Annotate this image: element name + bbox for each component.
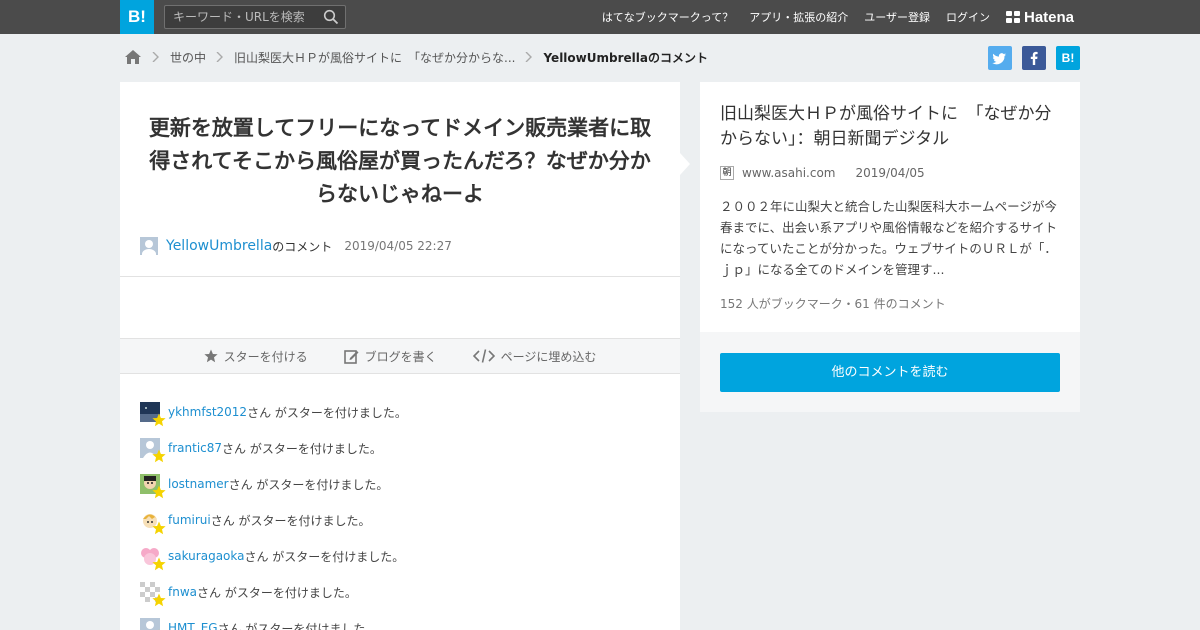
star-user-avatar[interactable] — [140, 438, 166, 463]
comment-suffix: のコメント — [272, 239, 333, 254]
add-star-button[interactable]: スターを付ける — [203, 348, 308, 365]
write-blog-button[interactable]: ブログを書く — [343, 348, 437, 365]
site-favicon: 朝 — [720, 166, 734, 180]
add-star-label: スターを付ける — [223, 349, 308, 364]
avatar[interactable] — [140, 237, 158, 255]
comment-card: 更新を放置してフリーになってドメイン販売業者に取得されてそこから風俗屋が買ったん… — [120, 82, 680, 630]
entry-summary: 旧山梨医大ＨＰが風俗サイトに 「なぜか分からない」：朝日新聞デジタル 朝 www… — [700, 82, 1080, 332]
twitter-share-button[interactable] — [988, 46, 1012, 70]
star-row: lostnamer さん がスターを付けました。 — [140, 466, 660, 502]
site-domain-link[interactable]: www.asahi.com — [742, 166, 836, 180]
star-row-suffix: さん がスターを付けました。 — [247, 405, 407, 420]
divider — [120, 276, 680, 277]
star-row-suffix: さん がスターを付けました。 — [210, 513, 371, 528]
facebook-share-button[interactable] — [1022, 46, 1046, 70]
star-row-suffix: さん がスターを付けました。 — [217, 621, 378, 630]
star-user-link[interactable]: fnwa — [168, 585, 197, 599]
star-row-suffix: さん がスターを付けました。 — [228, 477, 389, 492]
breadcrumb: 世の中 旧山梨医大ＨＰが風俗サイトに 「なぜか分からな... YellowUmb… — [124, 44, 708, 70]
star-icon — [152, 593, 166, 607]
star-icon — [152, 521, 166, 535]
bookmark-counts[interactable]: 152 人がブックマーク・61 件のコメント — [720, 295, 946, 312]
hatena-bookmark-share-button[interactable]: B! — [1056, 46, 1080, 70]
embed-button[interactable]: ページに埋め込む — [472, 348, 597, 365]
hatena-brand-label: Hatena — [1024, 8, 1075, 26]
star-user-link[interactable]: sakuragaoka — [168, 549, 244, 563]
comment-text: 更新を放置してフリーになってドメイン販売業者に取得されてそこから風俗屋が買ったん… — [148, 116, 652, 206]
write-blog-label: ブログを書く — [364, 349, 437, 364]
entry-source: 朝 www.asahi.com 2019/04/05 — [720, 166, 925, 180]
code-icon — [472, 349, 495, 363]
entry-excerpt: ２００２年に山梨大と統合した山梨医科大ホームページが今春までに、出会い系アプリや… — [720, 199, 1058, 277]
comment-user-link[interactable]: YellowUmbrella — [166, 238, 272, 254]
star-row: fnwa さん がスターを付けました。 — [140, 574, 660, 610]
breadcrumb-entry[interactable]: 旧山梨医大ＨＰが風俗サイトに 「なぜか分からな... — [234, 49, 515, 66]
embed-label: ページに埋め込む — [500, 349, 597, 364]
star-user-avatar[interactable] — [140, 474, 166, 499]
entry-panel: 旧山梨医大ＨＰが風俗サイトに 「なぜか分からない」：朝日新聞デジタル 朝 www… — [700, 82, 1080, 412]
star-row: fumirui さん がスターを付けました。 — [140, 502, 660, 538]
star-icon — [152, 485, 166, 499]
star-user-link[interactable]: fumirui — [168, 513, 211, 527]
star-icon — [152, 449, 166, 463]
chevron-right-icon — [525, 52, 533, 62]
star-user-link[interactable]: HMT_EG — [168, 621, 218, 630]
star-icon — [152, 557, 166, 571]
comment-toolbar: スターを付ける ブログを書く ページに埋め込む — [120, 338, 680, 374]
star-row-suffix: さん がスターを付けました。 — [222, 441, 382, 456]
star-user-link[interactable]: frantic87 — [168, 441, 222, 455]
hatena-logo-icon — [1006, 11, 1020, 23]
star-row-suffix: さん がスターを付けました。 — [197, 585, 357, 600]
star-user-link[interactable]: lostnamer — [168, 477, 229, 491]
star-user-avatar[interactable] — [140, 618, 160, 630]
nav-about[interactable]: はてなブックマークって？ — [602, 9, 733, 25]
star-user-avatar[interactable] — [140, 546, 166, 571]
nav-login[interactable]: ログイン — [946, 9, 990, 25]
star-row: frantic87 さん がスターを付けました。 — [140, 430, 660, 466]
chevron-right-icon — [152, 52, 159, 62]
read-more-comments-button[interactable]: 他のコメントを読む — [720, 353, 1060, 392]
comment-date[interactable]: 2019/04/05 22:27 — [344, 239, 452, 253]
header-nav: はてなブックマークって？ アプリ・拡張の紹介 ユーザー登録 ログイン — [602, 0, 990, 34]
star-icon — [203, 349, 218, 363]
search-box — [164, 5, 346, 29]
card-pointer — [680, 153, 690, 175]
search-input[interactable] — [165, 6, 315, 28]
star-user-avatar[interactable] — [140, 582, 166, 607]
edit-icon — [343, 349, 359, 364]
nav-register[interactable]: ユーザー登録 — [864, 9, 930, 25]
star-row-suffix: さん がスターを付けました。 — [244, 549, 405, 564]
hatena-brand-link[interactable]: Hatena — [1006, 0, 1074, 34]
star-icon — [152, 413, 166, 427]
breadcrumb-current: YellowUmbrellaのコメント — [543, 50, 708, 65]
twitter-icon — [992, 53, 1006, 65]
comment-meta: YellowUmbrella のコメント 2019/04/05 22:27 — [140, 236, 452, 256]
chevron-right-icon — [216, 52, 224, 62]
star-row: HMT_EG さん がスターを付けました。 — [140, 610, 660, 630]
breadcrumb-category[interactable]: 世の中 — [170, 49, 206, 66]
star-user-avatar[interactable] — [140, 402, 166, 427]
star-row: ykhmfst2012 さん がスターを付けました。 — [140, 394, 660, 430]
entry-title-link[interactable]: 旧山梨医大ＨＰが風俗サイトに 「なぜか分からない」：朝日新聞デジタル — [720, 102, 1065, 152]
nav-apps[interactable]: アプリ・拡張の紹介 — [749, 9, 848, 25]
facebook-icon — [1030, 51, 1038, 65]
star-list: ykhmfst2012 さん がスターを付けました。 frantic87 さん … — [140, 394, 660, 630]
star-user-avatar[interactable] — [140, 510, 166, 535]
global-header: B! はてなブックマークって？ アプリ・拡張の紹介 ユーザー登録 ログイン Ha… — [0, 0, 1200, 34]
star-row: sakuragaoka さん がスターを付けました。 — [140, 538, 660, 574]
search-icon[interactable] — [323, 9, 339, 25]
hatena-bookmark-logo[interactable]: B! — [120, 0, 154, 34]
home-icon[interactable] — [124, 49, 142, 65]
star-user-link[interactable]: ykhmfst2012 — [168, 405, 247, 419]
entry-date: 2019/04/05 — [855, 166, 925, 180]
